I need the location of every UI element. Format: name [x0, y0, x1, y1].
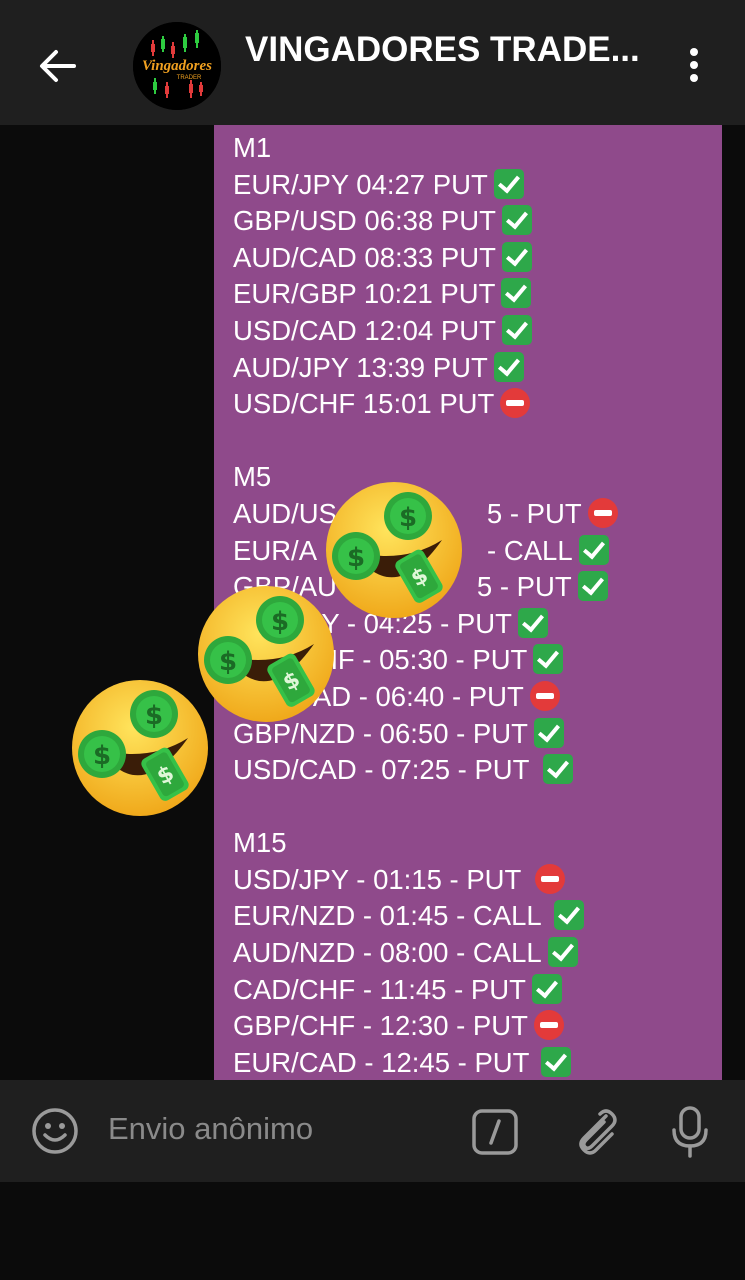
signal-row: EUR/NZD - 01:45 - CALL [214, 898, 722, 935]
channel-logo: Vingadores TRADER [133, 22, 221, 110]
check-mark-icon [553, 900, 584, 931]
bottom-spacer [0, 1182, 745, 1280]
check-mark-icon [543, 754, 574, 785]
signal-row: AUD/US 5 - PUT [214, 496, 722, 533]
chat-screen: Vingadores TRADER VINGADORES TRADE... M1… [0, 0, 745, 1280]
check-mark-icon [501, 278, 532, 309]
smiley-icon [32, 1108, 78, 1154]
money-mouth-face-icon: $ $ $ [326, 482, 462, 618]
signal-row: USD/CAD - 07:25 - PUT [214, 752, 722, 789]
svg-text:Vingadores: Vingadores [142, 58, 212, 74]
message-input-bar: Envio anônimo [0, 1080, 745, 1182]
no-entry-icon [587, 497, 618, 528]
signal-row: EUR/JPY 04:27 PUT [214, 167, 722, 204]
chat-header: Vingadores TRADER VINGADORES TRADE... [0, 0, 745, 125]
svg-text:$: $ [219, 647, 237, 677]
check-mark-icon [578, 534, 609, 565]
paperclip-icon [579, 1109, 617, 1155]
signal-row: USD/CAD 12:04 PUT [214, 313, 722, 350]
signal-row: USD/JPY - 01:15 - PUT [214, 862, 722, 899]
check-mark-icon [533, 717, 564, 748]
signal-row: CAD/CHF - 11:45 - PUT [214, 972, 722, 1009]
signal-row: GBP/CHF - 12:30 - PUT [214, 1008, 722, 1045]
section-heading: M5 [233, 461, 272, 493]
signal-row: AUD/CAD 08:33 PUT [214, 240, 722, 277]
svg-text:$: $ [271, 607, 289, 637]
money-mouth-face-icon: $ $ $ [198, 586, 334, 722]
voice-message-button[interactable] [668, 1104, 712, 1160]
microphone-icon [672, 1106, 708, 1158]
channel-title[interactable]: VINGADORES TRADE... [245, 30, 645, 70]
message-input[interactable]: Envio anônimo [108, 1111, 313, 1147]
check-mark-icon [517, 607, 548, 638]
check-mark-icon [577, 571, 608, 602]
more-options-button[interactable] [680, 44, 708, 88]
signal-row: EUR/GBP 10:21 PUT [214, 276, 722, 313]
back-button[interactable] [36, 46, 80, 86]
check-mark-icon [531, 973, 562, 1004]
check-mark-icon [501, 241, 532, 272]
section-m1: M1 EUR/JPY 04:27 PUT GBP/USD 06:38 PUT A… [214, 130, 722, 423]
commands-button[interactable] [470, 1107, 520, 1157]
section-heading: M1 [233, 132, 272, 163]
signal-row: EUR/A - CALL [214, 533, 722, 570]
channel-avatar[interactable]: Vingadores TRADER [133, 22, 221, 110]
check-mark-icon [547, 937, 578, 968]
signal-row: AUD/NZD - 08:00 - CALL [214, 935, 722, 972]
svg-text:$: $ [145, 701, 163, 731]
no-entry-icon [529, 680, 560, 711]
no-entry-icon [533, 1010, 564, 1041]
svg-text:TRADER: TRADER [177, 75, 202, 81]
check-mark-icon [501, 205, 532, 236]
signal-row: EUR/CAD - 12:45 - PUT [214, 1045, 722, 1080]
check-mark-icon [533, 644, 564, 675]
slash-command-icon [472, 1109, 518, 1155]
svg-text:$: $ [93, 741, 111, 771]
signal-row: AUD/JPY 13:39 PUT [214, 350, 722, 387]
section-heading: M15 [233, 827, 287, 859]
no-entry-icon [535, 863, 566, 894]
arrow-left-icon [40, 50, 76, 82]
emoji-button[interactable] [30, 1106, 80, 1156]
svg-text:$: $ [399, 503, 417, 533]
signal-row: GBP/USD 06:38 PUT [214, 203, 722, 240]
check-mark-icon [493, 351, 524, 382]
signal-row: USD/CHF 15:01 PUT [214, 386, 722, 423]
attach-button[interactable] [570, 1106, 618, 1158]
more-vertical-icon [690, 48, 698, 56]
section-m15: M15 USD/JPY - 01:15 - PUT EUR/NZD - 01:4… [214, 825, 722, 1080]
money-mouth-face-icon: $ $ $ [72, 680, 208, 816]
check-mark-icon [501, 314, 532, 345]
check-mark-icon [541, 1046, 572, 1077]
no-entry-icon [500, 388, 531, 419]
svg-text:$: $ [347, 543, 365, 573]
check-mark-icon [493, 168, 524, 199]
